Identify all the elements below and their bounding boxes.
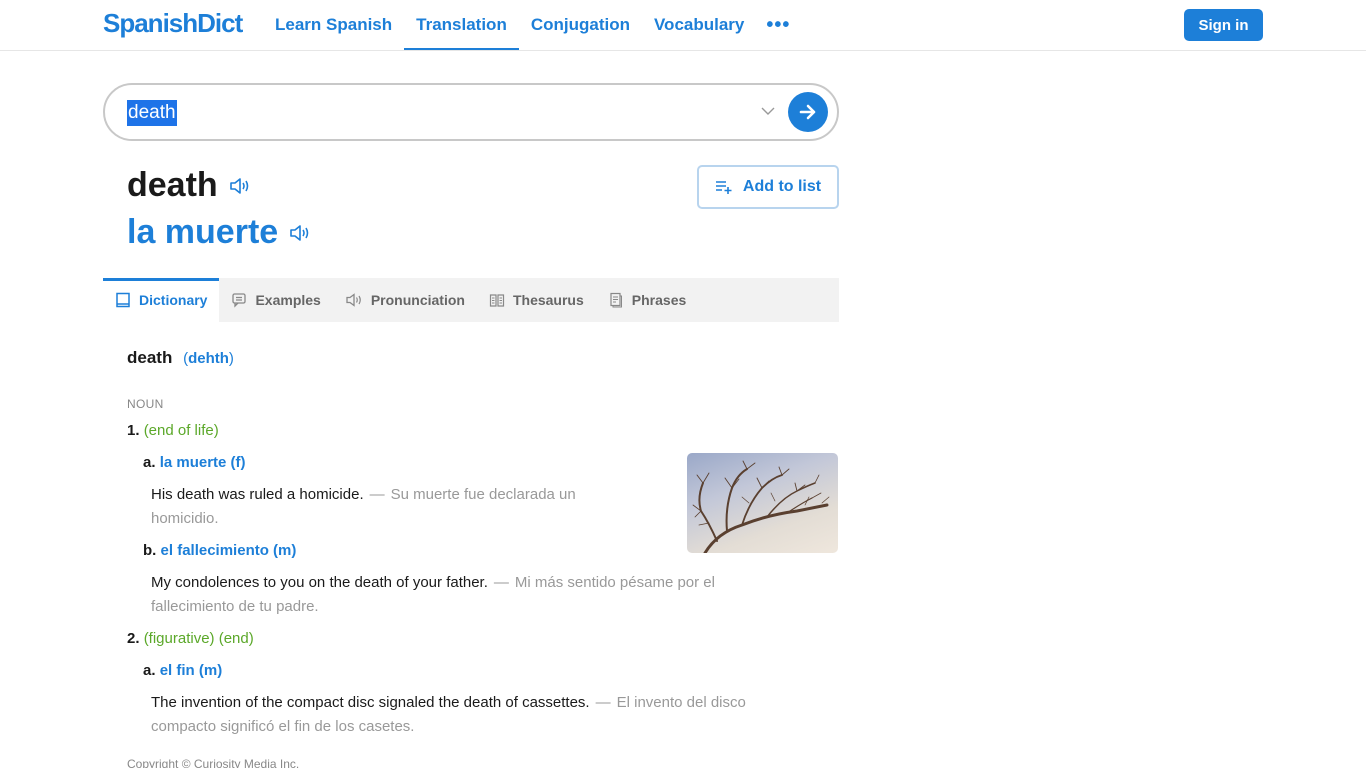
search-input[interactable]: death	[127, 100, 177, 126]
example-english: My condolences to you on the death of yo…	[151, 574, 488, 591]
tab-label: Examples	[255, 292, 321, 308]
tab-label: Thesaurus	[512, 292, 584, 308]
translation-letter: a.	[143, 662, 156, 679]
tree-image	[692, 460, 830, 553]
chevron-down-icon[interactable]	[760, 103, 776, 119]
main-nav: Learn Spanish Translation Conjugation Vo…	[263, 0, 800, 50]
example-2a: The invention of the compact disc signal…	[151, 694, 746, 735]
tab-label: Phrases	[631, 292, 687, 308]
book-icon	[116, 292, 130, 308]
content-tabs: Dictionary Examples Pronunciation Thesau…	[103, 278, 839, 322]
speaker-icon	[346, 293, 361, 307]
sense-context: (figurative) (end)	[143, 630, 254, 647]
arrow-right-icon	[799, 104, 816, 120]
translation-2a: a. el fin (m)	[143, 662, 222, 679]
example-english: His death was ruled a homicide.	[151, 486, 364, 503]
translation-1b: b. el fallecimiento (m)	[143, 542, 296, 559]
tab-label: Pronunciation	[370, 292, 465, 308]
tab-phrases[interactable]: Phrases	[596, 278, 698, 322]
translation-1a: a. la muerte (f)	[143, 454, 246, 471]
search-bar[interactable]: death	[103, 83, 839, 141]
logo[interactable]: SpanishDict	[103, 8, 243, 39]
sign-in-button[interactable]: Sign in	[1184, 9, 1263, 41]
playlist-add-icon	[715, 181, 732, 194]
chat-bubble-icon	[232, 293, 247, 308]
tab-label: Dictionary	[139, 292, 208, 308]
entry-heading: death (dehth)	[127, 348, 234, 368]
translation-text[interactable]: la muerte	[127, 213, 278, 252]
tab-dictionary[interactable]: Dictionary	[103, 278, 220, 322]
tab-pronunciation[interactable]: Pronunciation	[333, 278, 477, 322]
translation-link[interactable]: el fallecimiento (m)	[161, 542, 297, 559]
add-to-list-label: Add to list	[742, 178, 822, 195]
nav-vocabulary[interactable]: Vocabulary	[642, 0, 756, 50]
add-to-list-button[interactable]: Add to list	[697, 165, 839, 209]
open-book-icon	[489, 294, 505, 307]
quick-translation: la muerte	[127, 213, 312, 252]
part-of-speech: NOUN	[127, 397, 164, 411]
nav-conjugation[interactable]: Conjugation	[519, 0, 642, 50]
search-submit-button[interactable]	[788, 92, 828, 132]
document-icon	[610, 292, 622, 308]
example-1a: His death was ruled a homicide. — Su muert…	[151, 486, 576, 527]
speaker-icon[interactable]	[228, 175, 252, 197]
headword: death	[127, 166, 252, 205]
sense-2: 2. (figurative) (end)	[127, 630, 254, 647]
sense-number: 1.	[127, 422, 140, 439]
copyright: Copyright © Curiosity Media Inc.	[127, 757, 300, 768]
translation-letter: a.	[143, 454, 156, 471]
top-navbar: SpanishDict Learn Spanish Translation Co…	[0, 0, 1366, 51]
tab-thesaurus[interactable]: Thesaurus	[477, 278, 596, 322]
translation-letter: b.	[143, 542, 157, 559]
more-menu-icon[interactable]: •••	[756, 0, 800, 50]
nav-learn-spanish[interactable]: Learn Spanish	[263, 0, 404, 50]
nav-translation[interactable]: Translation	[404, 0, 519, 50]
example-english: The invention of the compact disc signal…	[151, 694, 590, 711]
sense-1: 1. (end of life)	[127, 422, 219, 439]
translation-link[interactable]: la muerte (f)	[160, 454, 246, 471]
tab-examples[interactable]: Examples	[219, 278, 332, 322]
translation-link[interactable]: el fin (m)	[160, 662, 223, 679]
sense-context: (end of life)	[143, 422, 219, 439]
pronunciation[interactable]: (dehth)	[183, 350, 234, 367]
sense-number: 2.	[127, 630, 140, 647]
entry-word: death	[127, 348, 173, 367]
speaker-icon[interactable]	[288, 222, 312, 244]
headword-text: death	[127, 166, 218, 204]
example-1b: My condolences to you on the death of yo…	[151, 574, 715, 615]
pronunciation-text: dehth	[188, 350, 229, 367]
entry-illustration	[687, 453, 838, 553]
